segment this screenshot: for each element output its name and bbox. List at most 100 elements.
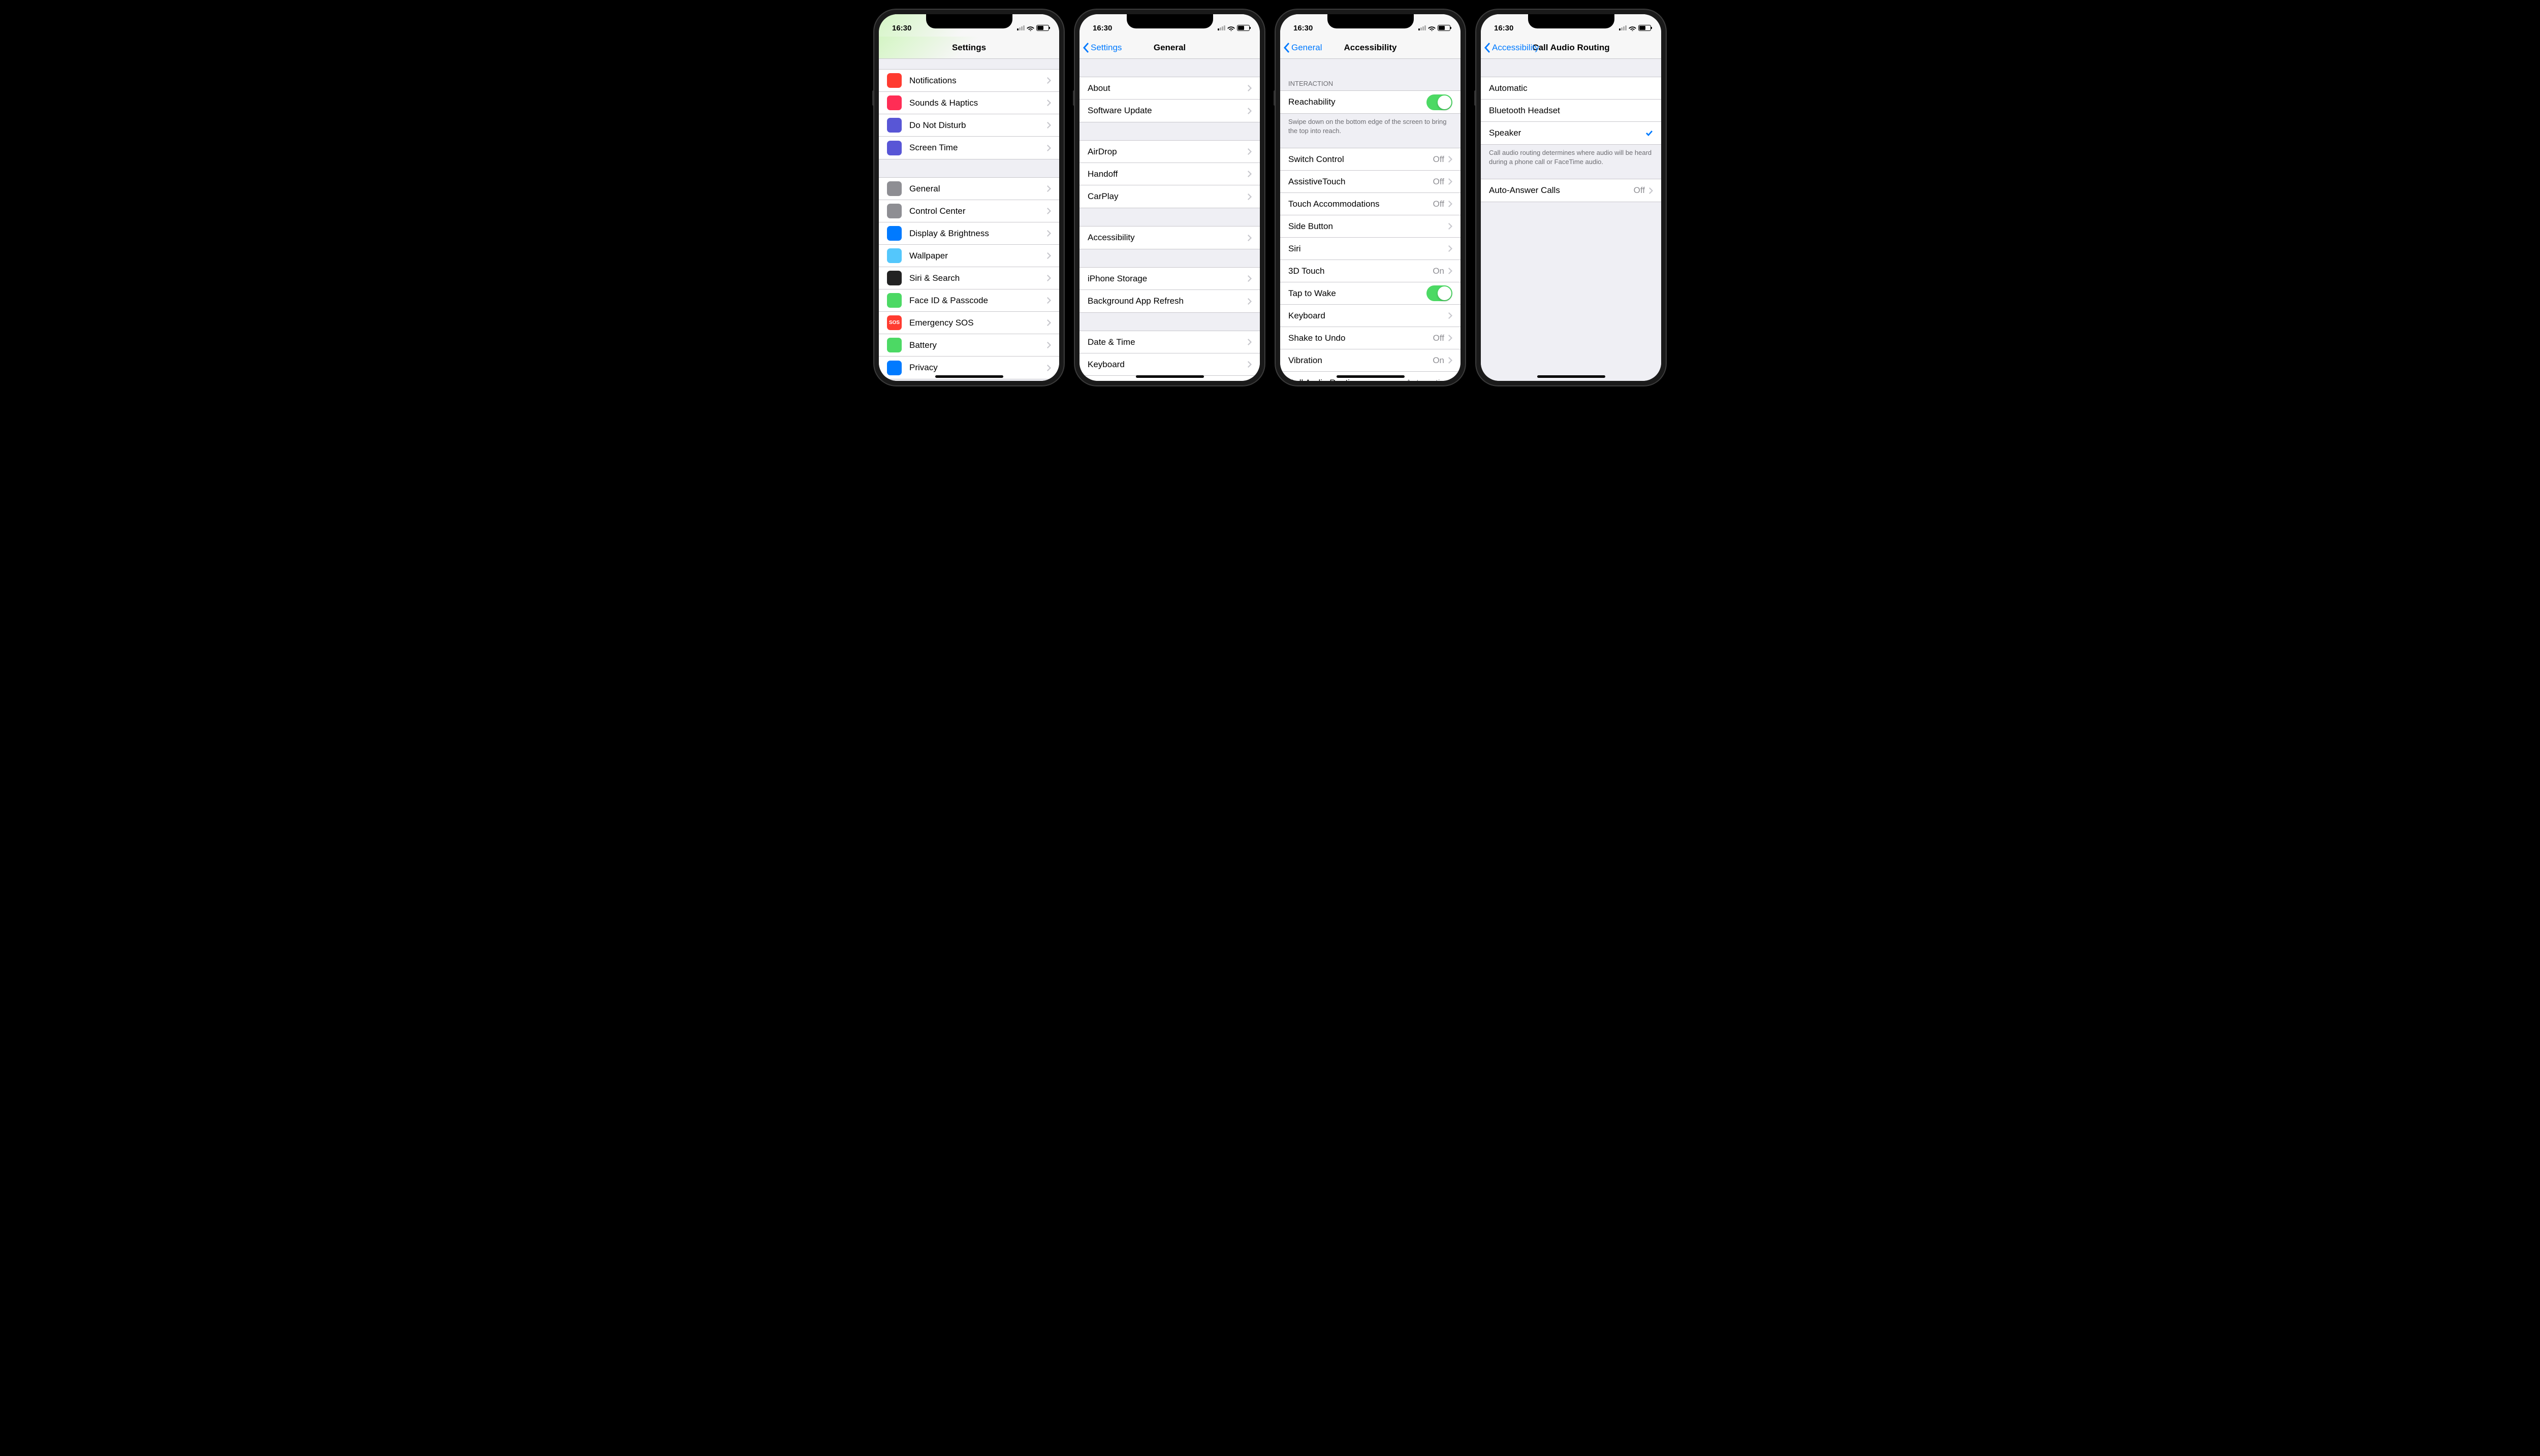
phone-accessibility: 16:30 General Accessibility INTERACTION … — [1275, 9, 1466, 386]
chevron-right-icon — [1248, 361, 1252, 368]
cell-detail: On — [1433, 355, 1444, 366]
chevron-right-icon — [1448, 335, 1452, 341]
general-content[interactable]: About Software Update AirDrop Handoff Ca… — [1080, 59, 1260, 381]
cell-about[interactable]: About — [1080, 77, 1260, 100]
cell-touch-accommodations[interactable]: Touch AccommodationsOff — [1280, 193, 1460, 215]
chevron-left-icon — [1484, 43, 1490, 53]
battery-icon — [1638, 25, 1651, 31]
chevron-right-icon — [1047, 77, 1051, 84]
chevron-right-icon — [1448, 312, 1452, 319]
cell-screen-time[interactable]: Screen Time — [879, 137, 1059, 159]
cell-face-id-passcode[interactable]: Face ID & Passcode — [879, 289, 1059, 312]
home-indicator[interactable] — [1537, 375, 1605, 378]
sounds-haptics-icon — [887, 95, 902, 110]
toggle-reachability[interactable] — [1426, 94, 1452, 110]
cell-label: Keyboard — [1088, 360, 1248, 370]
cell-background-app-refresh[interactable]: Background App Refresh — [1080, 290, 1260, 312]
wifi-icon — [1428, 25, 1436, 31]
cell-reachability[interactable]: Reachability — [1280, 91, 1460, 113]
checkmark-icon — [1645, 130, 1653, 137]
cell-label: Do Not Disturb — [909, 120, 1047, 131]
back-button[interactable]: General — [1280, 43, 1322, 53]
section-footer-routing: Call audio routing determines where audi… — [1481, 145, 1661, 170]
cell-siri-search[interactable]: Siri & Search — [879, 267, 1059, 289]
navbar-settings: Settings — [879, 37, 1059, 59]
section-footer-reachability: Swipe down on the bottom edge of the scr… — [1280, 114, 1460, 139]
phone-general: 16:30 Settings General About Software Up… — [1074, 9, 1265, 386]
wifi-icon — [1227, 25, 1235, 31]
back-label: General — [1291, 43, 1322, 53]
home-indicator[interactable] — [1136, 375, 1204, 378]
cell-label: Background App Refresh — [1088, 296, 1248, 306]
back-button[interactable]: Settings — [1080, 43, 1122, 53]
cell-battery[interactable]: Battery — [879, 334, 1059, 357]
cell-label: Side Button — [1288, 221, 1448, 232]
cell-auto-answer-calls[interactable]: Auto-Answer CallsOff — [1481, 179, 1661, 202]
home-indicator[interactable] — [935, 375, 1003, 378]
cell-sounds-haptics[interactable]: Sounds & Haptics — [879, 92, 1059, 114]
cell-3d-touch[interactable]: 3D TouchOn — [1280, 260, 1460, 282]
cell-software-update[interactable]: Software Update — [1080, 100, 1260, 122]
section-header-interaction: INTERACTION — [1280, 77, 1460, 90]
cell-siri[interactable]: Siri — [1280, 238, 1460, 260]
chevron-right-icon — [1248, 298, 1252, 305]
call-audio-routing-content[interactable]: Automatic Bluetooth Headset Speaker Call… — [1481, 59, 1661, 381]
cell-label: Wallpaper — [909, 251, 1047, 261]
cell-control-center[interactable]: Control Center — [879, 200, 1059, 222]
cell-switch-control[interactable]: Switch ControlOff — [1280, 148, 1460, 171]
cell-do-not-disturb[interactable]: Do Not Disturb — [879, 114, 1059, 137]
chevron-right-icon — [1047, 252, 1051, 259]
cell-tap-to-wake[interactable]: Tap to Wake — [1280, 282, 1460, 305]
cell-airdrop[interactable]: AirDrop — [1080, 141, 1260, 163]
status-time: 16:30 — [889, 24, 919, 33]
cell-detail: Off — [1433, 199, 1444, 209]
cell-keyboard[interactable]: Keyboard — [1080, 353, 1260, 376]
cell-label: Bluetooth Headset — [1489, 106, 1653, 116]
cell-detail: Off — [1433, 333, 1444, 343]
back-button[interactable]: Accessibility — [1481, 43, 1539, 53]
cell-speaker[interactable]: Speaker — [1481, 122, 1661, 144]
cell-keyboard[interactable]: Keyboard — [1280, 305, 1460, 327]
back-label: Accessibility — [1492, 43, 1539, 53]
cell-side-button[interactable]: Side Button — [1280, 215, 1460, 238]
phone-settings: 16:30 Settings Notifications Sounds & Ha… — [874, 9, 1064, 386]
signal-icon — [1619, 25, 1627, 30]
accessibility-content[interactable]: INTERACTION Reachability Swipe down on t… — [1280, 59, 1460, 381]
back-label: Settings — [1091, 43, 1122, 53]
chevron-right-icon — [1047, 122, 1051, 128]
chevron-right-icon — [1248, 85, 1252, 91]
chevron-right-icon — [1448, 357, 1452, 364]
settings-content[interactable]: Notifications Sounds & Haptics Do Not Di… — [879, 59, 1059, 381]
cell-automatic[interactable]: Automatic — [1481, 77, 1661, 100]
cell-emergency-sos[interactable]: SOS Emergency SOS — [879, 312, 1059, 334]
cell-label: Call Audio Routing — [1288, 378, 1406, 381]
chevron-right-icon — [1047, 100, 1051, 106]
navbar-accessibility: General Accessibility — [1280, 37, 1460, 59]
toggle-tap-to-wake[interactable] — [1426, 285, 1452, 301]
chevron-right-icon — [1248, 339, 1252, 345]
cell-notifications[interactable]: Notifications — [879, 70, 1059, 92]
cell-label: Date & Time — [1088, 337, 1248, 347]
cell-label: Auto-Answer Calls — [1489, 185, 1634, 196]
cell-date-time[interactable]: Date & Time — [1080, 331, 1260, 353]
cell-assistivetouch[interactable]: AssistiveTouchOff — [1280, 171, 1460, 193]
cell-vibration[interactable]: VibrationOn — [1280, 349, 1460, 372]
signal-icon — [1418, 25, 1426, 30]
cell-carplay[interactable]: CarPlay — [1080, 185, 1260, 208]
cell-bluetooth-headset[interactable]: Bluetooth Headset — [1481, 100, 1661, 122]
cell-iphone-storage[interactable]: iPhone Storage — [1080, 268, 1260, 290]
cell-wallpaper[interactable]: Wallpaper — [879, 245, 1059, 267]
cell-general[interactable]: General — [879, 178, 1059, 200]
cell-display-brightness[interactable]: Display & Brightness — [879, 222, 1059, 245]
cell-label: Switch Control — [1288, 154, 1433, 165]
chevron-right-icon — [1047, 230, 1051, 237]
cell-label: Software Update — [1088, 106, 1248, 116]
battery-icon — [1438, 25, 1450, 31]
cell-label: Siri — [1288, 244, 1448, 254]
cell-accessibility[interactable]: Accessibility — [1080, 227, 1260, 249]
chevron-right-icon — [1448, 245, 1452, 252]
cell-handoff[interactable]: Handoff — [1080, 163, 1260, 185]
home-indicator[interactable] — [1337, 375, 1405, 378]
cell-detail: Off — [1433, 177, 1444, 187]
cell-shake-to-undo[interactable]: Shake to UndoOff — [1280, 327, 1460, 349]
